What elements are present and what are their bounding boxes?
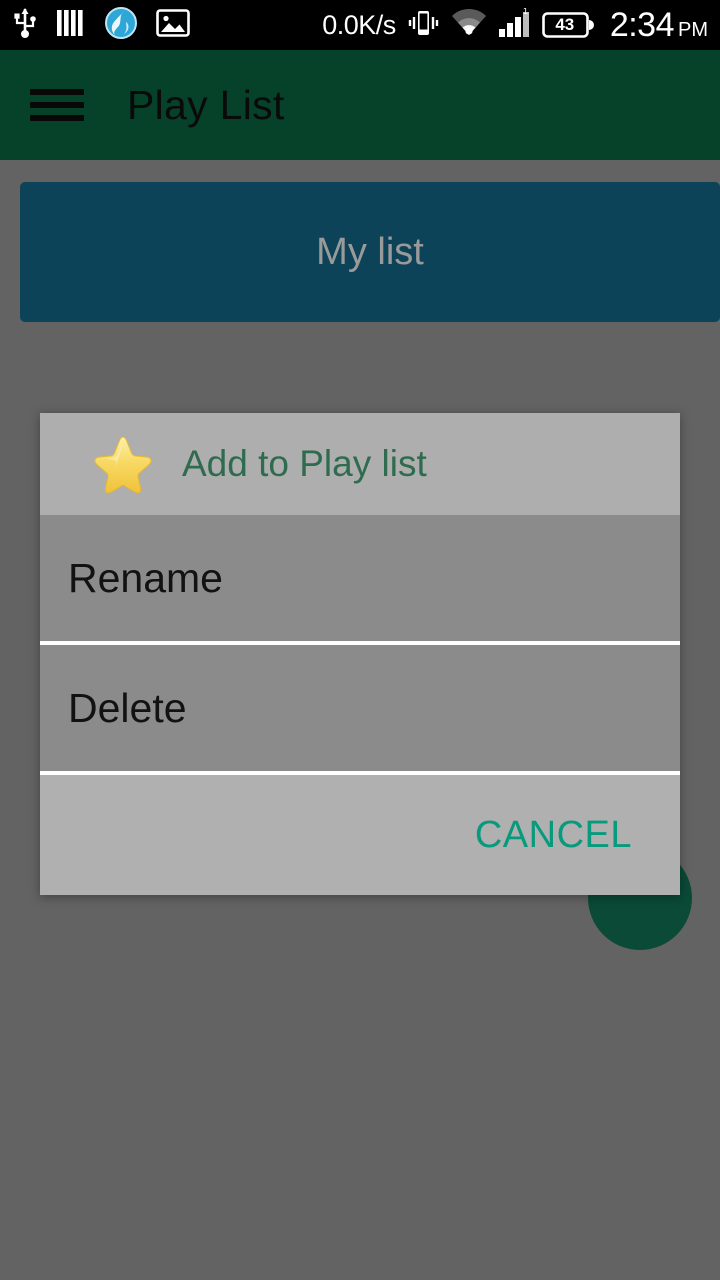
hamburger-bar <box>30 115 84 121</box>
dialog-item-rename[interactable]: Rename <box>40 515 680 645</box>
dialog-header: Add to Play list <box>40 413 680 515</box>
dialog-item-label: Delete <box>68 684 187 731</box>
hamburger-bar <box>30 89 84 95</box>
gallery-icon <box>156 8 190 42</box>
clock-ampm-text: PM <box>678 18 708 41</box>
dialog-options-list: Rename Delete <box>40 515 680 775</box>
clock-time-text: 2:34 <box>609 5 675 44</box>
browser-icon <box>104 6 138 45</box>
status-bar-right-icons: 0.0K/s 1 43 2:34 PM <box>322 6 708 45</box>
app-bar: Play List <box>0 50 720 160</box>
svg-text:1: 1 <box>523 8 528 16</box>
dialog-title: Add to Play list <box>182 443 427 484</box>
status-bar-clock: 2:34 PM <box>610 6 708 45</box>
signal-bars-icon: 1 <box>498 6 532 43</box>
page-title: Play List <box>127 81 285 128</box>
cancel-button[interactable]: CANCEL <box>475 814 632 857</box>
battery-level-text: 43 <box>555 15 575 34</box>
battery-icon: 43 <box>542 11 594 39</box>
playlist-card-my-list[interactable]: My list <box>20 182 720 322</box>
playlist-card-label: My list <box>316 230 424 273</box>
dialog-item-label: Rename <box>68 554 223 601</box>
dialog-item-delete[interactable]: Delete <box>40 645 680 775</box>
usb-icon <box>12 7 38 44</box>
status-bar-left-icons <box>12 6 190 45</box>
network-speed-text: 0.0K/s <box>322 9 396 40</box>
hamburger-bar <box>30 102 84 108</box>
bars-icon <box>56 8 86 43</box>
wifi-icon <box>450 8 488 43</box>
star-icon <box>92 434 154 494</box>
vibrate-icon <box>406 7 440 44</box>
playlist-options-dialog: Add to Play list Rename Delete CANCEL <box>40 413 680 895</box>
dialog-footer: CANCEL <box>40 775 680 895</box>
status-bar: 0.0K/s 1 43 2:34 PM <box>0 0 720 50</box>
hamburger-menu-icon[interactable] <box>30 85 84 125</box>
